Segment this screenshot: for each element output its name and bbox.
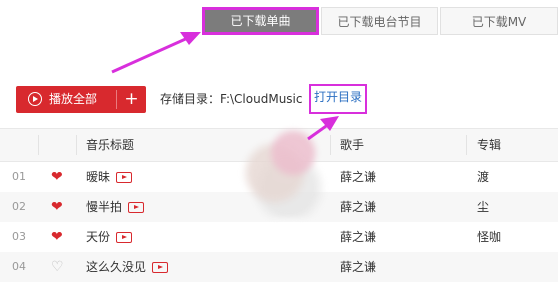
header-artist[interactable]: 歌手 <box>340 129 364 161</box>
song-title: 天份 <box>86 222 133 252</box>
mv-play-icon[interactable] <box>116 172 133 183</box>
track-number: 01 <box>12 170 26 183</box>
tab-downloaded-songs[interactable]: 已下载单曲 <box>202 7 319 35</box>
column-separator <box>38 135 39 155</box>
download-tabs: 已下载单曲 已下载电台节目 已下载MV <box>0 0 558 38</box>
header-album[interactable]: 专辑 <box>477 129 501 161</box>
heart-outline-icon[interactable]: ♡ <box>51 252 64 282</box>
arrow-to-tab <box>111 32 201 74</box>
toolbar: 播放全部 + 存储目录：F:\CloudMusic 打开目录 <box>0 84 558 116</box>
play-all-button[interactable]: 播放全部 <box>16 86 116 113</box>
column-separator <box>330 135 331 155</box>
song-album[interactable]: 渡 <box>477 162 489 192</box>
heart-icon[interactable]: ❤ <box>51 162 63 192</box>
track-number: 04 <box>12 260 26 273</box>
song-title: 这么久没见 <box>86 252 169 282</box>
blurred-overlay <box>238 118 330 218</box>
song-artist[interactable]: 薛之谦 <box>340 252 376 282</box>
add-to-playlist-button[interactable]: + <box>117 86 146 113</box>
track-number: 03 <box>12 230 26 243</box>
mv-play-icon[interactable] <box>152 262 169 273</box>
song-artist[interactable]: 薛之谦 <box>340 162 376 192</box>
song-album[interactable]: 怪咖 <box>477 222 501 252</box>
column-separator <box>76 135 77 155</box>
play-all-label: 播放全部 <box>49 92 98 106</box>
table-row[interactable]: 03 ❤ 天份 薛之谦 怪咖 <box>0 222 558 252</box>
tab-downloaded-radio[interactable]: 已下载电台节目 <box>321 7 438 35</box>
song-title: 慢半拍 <box>86 192 145 222</box>
tab-downloaded-mv[interactable]: 已下载MV <box>440 7 558 35</box>
mv-play-icon[interactable] <box>116 232 133 243</box>
song-album[interactable]: 尘 <box>477 192 489 222</box>
song-artist[interactable]: 薛之谦 <box>340 222 376 252</box>
mv-play-icon[interactable] <box>128 202 145 213</box>
open-directory-link[interactable]: 打开目录 <box>309 84 368 114</box>
song-artist[interactable]: 薛之谦 <box>340 192 376 222</box>
storage-directory-label: 存储目录：F:\CloudMusic <box>160 92 303 106</box>
column-separator <box>466 135 467 155</box>
header-title[interactable]: 音乐标题 <box>86 129 134 161</box>
track-number: 02 <box>12 200 26 213</box>
heart-icon[interactable]: ❤ <box>51 192 63 222</box>
table-row[interactable]: 04 ♡ 这么久没见 薛之谦 <box>0 252 558 282</box>
heart-icon[interactable]: ❤ <box>51 222 63 252</box>
play-all-group: 播放全部 + <box>16 86 146 113</box>
play-circle-icon <box>28 92 42 106</box>
song-title: 暧昧 <box>86 162 133 192</box>
